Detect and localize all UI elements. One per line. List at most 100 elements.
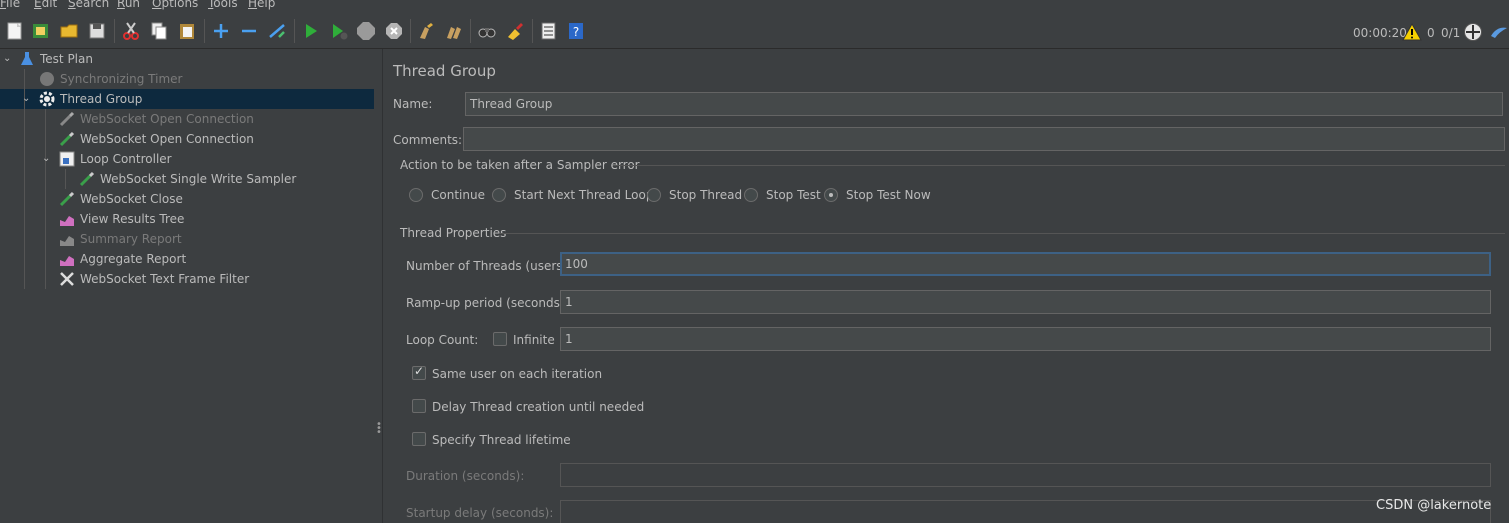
chart-icon xyxy=(58,230,76,248)
copy-icon[interactable] xyxy=(148,20,170,42)
stop-test-label: Stop Test xyxy=(766,188,821,202)
new-icon[interactable] xyxy=(4,20,26,42)
tree-node-websocket-text-frame-filter[interactable]: WebSocket Text Frame Filter xyxy=(58,269,249,289)
same-user-checkbox[interactable] xyxy=(412,364,426,380)
remote-icon[interactable] xyxy=(1462,21,1484,43)
tree-node-synchronizing-timer[interactable]: Synchronizing Timer xyxy=(38,69,182,89)
thread-properties-title: Thread Properties xyxy=(400,226,507,240)
start-icon[interactable] xyxy=(300,20,322,42)
search-icon[interactable] xyxy=(476,20,498,42)
duration-label: Duration (seconds): xyxy=(406,469,525,483)
test-plan-icon xyxy=(18,50,36,68)
chevron-down-icon[interactable]: ⌄ xyxy=(42,153,50,164)
infinite-checkbox[interactable] xyxy=(493,332,507,346)
start-next-thread-loop-radio[interactable] xyxy=(492,188,506,202)
menu-options[interactable]: Options xyxy=(152,0,198,10)
specify-lifetime-checkbox[interactable] xyxy=(412,432,426,446)
delay-thread-creation-checkbox[interactable] xyxy=(412,399,426,413)
reset-search-icon[interactable] xyxy=(504,20,526,42)
tree-node-test-plan[interactable]: Test Plan xyxy=(18,49,93,69)
delay-thread-creation-label: Delay Thread creation until needed xyxy=(432,400,645,414)
name-label: Name: xyxy=(393,97,433,111)
function-helper-icon[interactable] xyxy=(537,20,559,42)
test-plan-tree: ⌄ Test Plan Synchronizing Timer ⌄ Thread… xyxy=(0,49,374,523)
comments-field[interactable] xyxy=(463,127,1505,151)
num-threads-label: Number of Threads (users): xyxy=(406,259,572,273)
clear-all-icon[interactable] xyxy=(443,20,465,42)
menu-run[interactable]: Run xyxy=(117,0,140,10)
gear-icon xyxy=(38,90,56,108)
menu-tools[interactable]: Tools xyxy=(208,0,238,10)
help-icon[interactable]: ? xyxy=(565,20,587,42)
comments-label: Comments: xyxy=(393,133,463,147)
warning-count: 0 xyxy=(1427,26,1435,40)
loop-controller-icon xyxy=(58,150,76,168)
tree-node-websocket-open-connection-disabled[interactable]: WebSocket Open Connection xyxy=(58,109,254,129)
startup-delay-label: Startup delay (seconds): xyxy=(406,506,554,520)
cut-icon[interactable] xyxy=(120,20,142,42)
save-icon[interactable] xyxy=(86,20,108,42)
continue-radio[interactable] xyxy=(409,188,423,202)
tree-node-view-results-tree[interactable]: View Results Tree xyxy=(58,209,184,229)
tree-node-aggregate-report[interactable]: Aggregate Report xyxy=(58,249,186,269)
toolbar: ? 00:00:20 0 0/1 xyxy=(0,13,1509,49)
loop-count-label: Loop Count: xyxy=(406,333,479,347)
toggle-icon[interactable] xyxy=(266,20,288,42)
rampup-label: Ramp-up period (seconds): xyxy=(406,296,569,310)
stop-icon[interactable] xyxy=(355,20,377,42)
tree-node-thread-group[interactable]: Thread Group xyxy=(38,89,142,109)
timer-icon xyxy=(38,70,56,88)
continue-label: Continue xyxy=(431,188,485,202)
startup-delay-field[interactable] xyxy=(560,500,1491,523)
menu-edit[interactable]: Edit xyxy=(34,0,57,10)
menu-search[interactable]: Search xyxy=(68,0,109,10)
active-threads: 0/1 xyxy=(1441,26,1461,40)
page-title: Thread Group xyxy=(393,62,496,80)
elapsed-time: 00:00:20 xyxy=(1353,26,1407,40)
templates-icon[interactable] xyxy=(30,20,52,42)
stop-test-now-label: Stop Test Now xyxy=(846,188,931,202)
chart-icon xyxy=(58,210,76,228)
chart-icon xyxy=(58,250,76,268)
loop-count-field[interactable]: 1 xyxy=(560,327,1491,351)
expand-icon[interactable] xyxy=(210,20,232,42)
pipette-icon xyxy=(58,190,76,208)
menu-help[interactable]: Help xyxy=(248,0,275,10)
tree-node-websocket-close[interactable]: WebSocket Close xyxy=(58,189,183,209)
shutdown-icon[interactable] xyxy=(383,20,405,42)
tree-node-summary-report[interactable]: Summary Report xyxy=(58,229,182,249)
paste-icon[interactable] xyxy=(176,20,198,42)
warning-icon[interactable] xyxy=(1401,21,1423,43)
rampup-field[interactable]: 1 xyxy=(560,290,1491,314)
chevron-down-icon[interactable]: ⌄ xyxy=(22,93,30,104)
infinite-label: Infinite xyxy=(513,333,555,347)
chevron-down-icon[interactable]: ⌄ xyxy=(3,53,11,64)
stop-test-now-radio[interactable] xyxy=(824,188,838,202)
stop-thread-label: Stop Thread xyxy=(669,188,743,202)
collapse-icon[interactable] xyxy=(238,20,260,42)
pipette-icon xyxy=(58,130,76,148)
error-section-title: Action to be taken after a Sampler error xyxy=(400,158,640,172)
start-next-thread-loop-label: Start Next Thread Loop xyxy=(514,188,654,202)
clear-icon[interactable] xyxy=(415,20,437,42)
divider-grip-icon[interactable]: • • • xyxy=(376,420,382,438)
num-threads-field[interactable]: 100 xyxy=(560,252,1491,276)
same-user-label: Same user on each iteration xyxy=(432,367,603,381)
watermark: CSDN @lakernote xyxy=(1376,498,1492,513)
tools-icon xyxy=(58,270,76,288)
log-icon[interactable] xyxy=(1488,21,1509,43)
tree-node-loop-controller[interactable]: Loop Controller xyxy=(58,149,172,169)
svg-text:?: ? xyxy=(573,25,579,39)
stop-test-radio[interactable] xyxy=(744,188,758,202)
split-divider[interactable] xyxy=(374,49,383,523)
stop-thread-radio[interactable] xyxy=(647,188,661,202)
name-field[interactable]: Thread Group xyxy=(465,92,1503,116)
open-icon[interactable] xyxy=(58,20,80,42)
tree-node-websocket-single-write-sampler[interactable]: WebSocket Single Write Sampler xyxy=(78,169,296,189)
pipette-icon xyxy=(78,170,96,188)
duration-field[interactable] xyxy=(560,463,1491,487)
pipette-icon xyxy=(58,110,76,128)
menu-file[interactable]: File xyxy=(0,0,20,10)
tree-node-websocket-open-connection[interactable]: WebSocket Open Connection xyxy=(58,129,254,149)
start-no-pauses-icon[interactable] xyxy=(328,20,350,42)
